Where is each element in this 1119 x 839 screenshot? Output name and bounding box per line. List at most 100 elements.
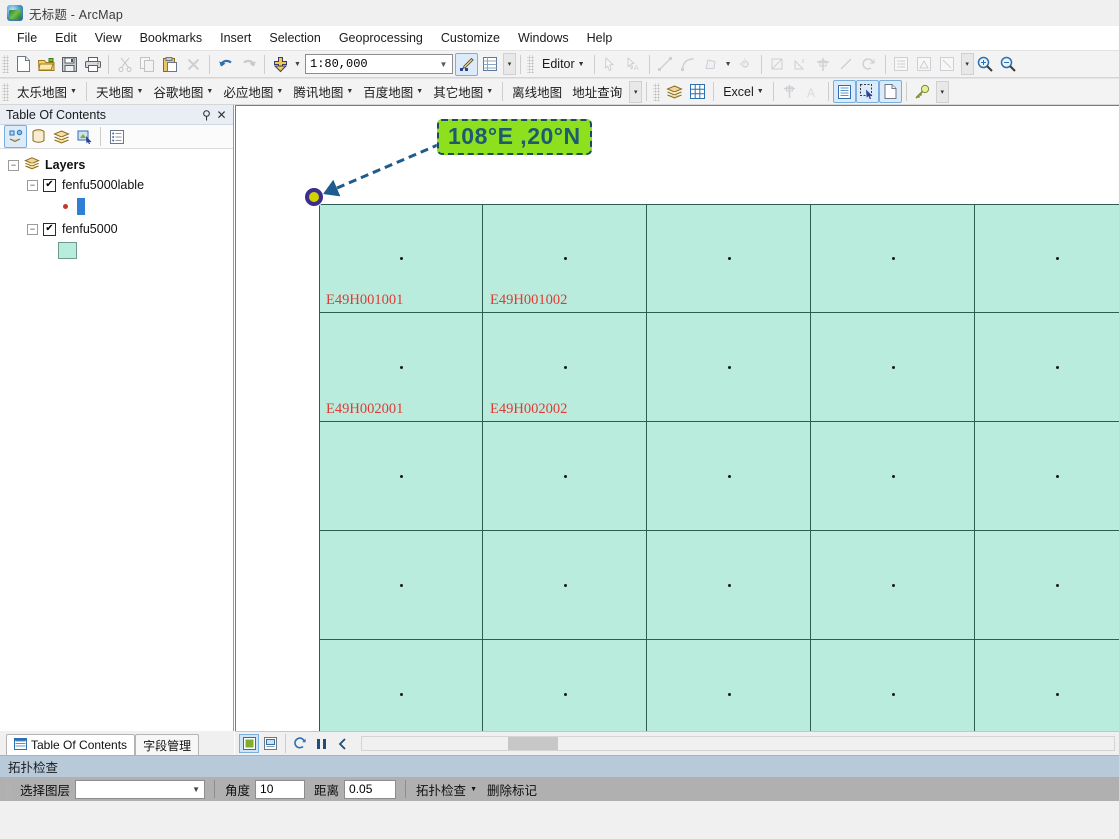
split-icon[interactable] xyxy=(766,53,789,76)
toolbar-grip[interactable] xyxy=(2,55,9,73)
delete-icon[interactable] xyxy=(182,53,205,76)
menu-selection[interactable]: Selection xyxy=(260,28,329,48)
map-scale-combo[interactable]: ▼ xyxy=(305,54,453,74)
edit-annotation-icon[interactable]: A xyxy=(622,53,645,76)
previous-extent-icon[interactable] xyxy=(332,734,352,753)
menu-insert[interactable]: Insert xyxy=(211,28,260,48)
edit-toolbar-toggle-icon[interactable] xyxy=(455,52,478,76)
map-source-other[interactable]: 其它地图 ▼ xyxy=(428,79,498,104)
excel-menu[interactable]: Excel ▼ xyxy=(718,82,769,102)
tools-toolbar-grip[interactable] xyxy=(653,82,661,101)
toc-layer-fenfu5000[interactable]: − fenfu5000 xyxy=(0,219,233,239)
map-canvas[interactable]: E49H001001 E49H001002 E49H002001 E49H002002… xyxy=(236,106,1119,731)
list-by-selection-icon[interactable] xyxy=(73,125,96,148)
map-source-tianditu[interactable]: 天地图 ▼ xyxy=(91,79,148,104)
toc-options-icon[interactable] xyxy=(105,125,128,148)
zoom-in-icon[interactable] xyxy=(974,53,997,76)
menu-edit[interactable]: Edit xyxy=(46,28,86,48)
refresh-icon[interactable] xyxy=(290,734,310,753)
edit-tool-icon[interactable] xyxy=(599,53,622,76)
cut-icon[interactable] xyxy=(113,53,136,76)
grid-icon[interactable] xyxy=(686,80,709,103)
construct-polygon-icon[interactable] xyxy=(700,53,723,76)
angle-input[interactable]: 10 xyxy=(255,779,306,799)
map-view[interactable]: E49H001001 E49H001002 E49H002001 E49H002002… xyxy=(235,105,1119,731)
menu-bookmarks[interactable]: Bookmarks xyxy=(131,28,212,48)
dock-toolbar-grip[interactable] xyxy=(5,780,12,798)
layers-stack-icon[interactable] xyxy=(663,80,686,103)
list-by-visibility-icon[interactable] xyxy=(50,125,73,148)
print-icon[interactable] xyxy=(81,53,104,76)
rotate-icon[interactable] xyxy=(789,53,812,76)
expander-icon[interactable]: − xyxy=(27,223,38,235)
merge-icon[interactable] xyxy=(812,53,835,76)
paste-icon[interactable] xyxy=(159,53,182,76)
copy-icon[interactable] xyxy=(136,53,159,76)
distance-input[interactable]: 0.05 xyxy=(344,779,397,799)
zoom-out-icon[interactable] xyxy=(997,53,1020,76)
cut-polygons-icon[interactable] xyxy=(835,53,858,76)
undo-icon[interactable] xyxy=(214,53,237,76)
list-by-source-icon[interactable] xyxy=(27,125,50,148)
map-toolbar-overflow[interactable]: ▾ xyxy=(629,80,643,103)
construct-polygon-dropdown-icon[interactable]: ▼ xyxy=(723,53,734,76)
map-source-tencent[interactable]: 腾讯地图 ▼ xyxy=(288,79,358,104)
add-data-dropdown-icon[interactable]: ▼ xyxy=(292,53,303,76)
new-page-icon[interactable] xyxy=(878,80,902,103)
attribute-table-icon[interactable] xyxy=(832,80,856,103)
menu-view[interactable]: View xyxy=(86,28,131,48)
curve-segment-icon[interactable] xyxy=(677,53,700,76)
standard-toolbar-overflow[interactable]: ▾ xyxy=(503,53,516,75)
close-icon[interactable]: ✕ xyxy=(214,108,229,122)
select-features-icon[interactable] xyxy=(855,80,879,103)
map-source-offline[interactable]: 离线地图 xyxy=(507,79,567,104)
toc-layer-fenfu5000lable[interactable]: − fenfu5000lable xyxy=(0,175,233,195)
straight-segment-icon[interactable] xyxy=(654,53,677,76)
tools-toolbar-overflow[interactable]: ▾ xyxy=(935,80,949,103)
chevron-down-icon[interactable]: ▼ xyxy=(470,786,477,793)
map-vertex-marker[interactable] xyxy=(305,188,323,206)
run-topology-check-button[interactable]: 拓扑检查 ▼ xyxy=(411,778,482,801)
pin-icon[interactable]: ⚲ xyxy=(199,108,214,122)
data-view-icon[interactable] xyxy=(239,734,259,753)
address-query-button[interactable]: 地址查询 xyxy=(567,79,627,104)
delete-mark-button[interactable]: 删除标记 xyxy=(482,778,542,801)
layer-visibility-checkbox[interactable] xyxy=(43,222,56,236)
new-map-icon[interactable] xyxy=(12,53,35,76)
table-window-icon[interactable] xyxy=(478,53,501,76)
open-icon[interactable] xyxy=(35,53,58,76)
toc-root-layers[interactable]: − Layers xyxy=(0,155,233,175)
map-scroll-thumb[interactable] xyxy=(508,737,558,750)
menu-geoprocessing[interactable]: Geoprocessing xyxy=(330,28,432,48)
map-toolbar-grip[interactable] xyxy=(2,82,9,101)
map-horizontal-scrollbar[interactable] xyxy=(361,736,1115,751)
map-source-baidu[interactable]: 百度地图 ▼ xyxy=(358,79,428,104)
trace-icon[interactable] xyxy=(734,53,757,76)
editor-toolbar-grip[interactable] xyxy=(527,55,534,73)
redo-icon[interactable] xyxy=(237,53,260,76)
layout-view-icon[interactable] xyxy=(260,734,280,753)
select-layer-dropdown[interactable]: ▼ xyxy=(75,779,206,799)
tab-field-management[interactable]: 字段管理 xyxy=(135,734,200,755)
create-features-icon[interactable] xyxy=(936,53,959,76)
map-source-taile[interactable]: 太乐地图 ▼ xyxy=(12,79,82,104)
text-a-icon[interactable]: A xyxy=(801,80,824,103)
center-mark-icon[interactable] xyxy=(778,80,801,103)
editor-toolbar-overflow[interactable]: ▾ xyxy=(960,53,974,75)
layer-visibility-checkbox[interactable] xyxy=(43,178,56,192)
key-icon[interactable] xyxy=(911,80,934,103)
chevron-down-icon[interactable]: ▼ xyxy=(435,60,452,69)
map-scale-input[interactable] xyxy=(306,56,435,72)
sketch-properties-icon[interactable] xyxy=(913,53,936,76)
save-icon[interactable] xyxy=(58,53,81,76)
map-source-google[interactable]: 谷歌地图 ▼ xyxy=(148,79,218,104)
editor-menu[interactable]: Editor ▼ xyxy=(537,54,590,74)
coordinate-callout[interactable]: 108°E ,20°N xyxy=(437,119,592,155)
add-data-icon[interactable] xyxy=(269,53,292,76)
expander-icon[interactable]: − xyxy=(27,179,38,191)
map-source-bing[interactable]: 必应地图 ▼ xyxy=(218,79,288,104)
chevron-down-icon[interactable]: ▼ xyxy=(192,785,204,794)
pause-drawing-icon[interactable] xyxy=(311,734,331,753)
menu-help[interactable]: Help xyxy=(578,28,622,48)
rotate-reset-icon[interactable] xyxy=(858,53,881,76)
